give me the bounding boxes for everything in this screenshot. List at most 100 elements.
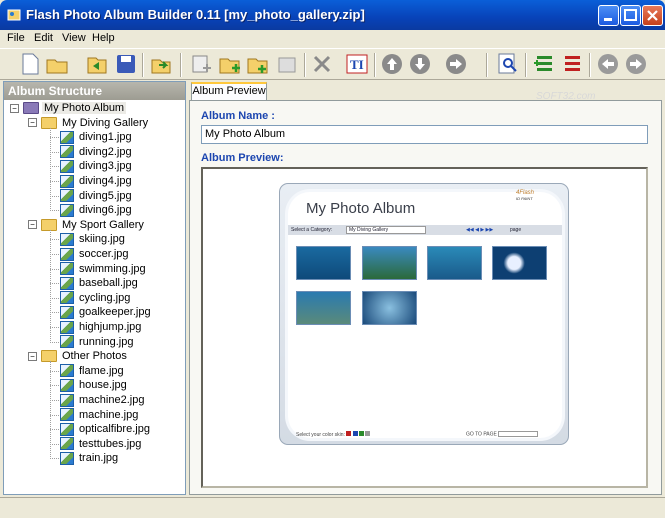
menu-edit[interactable]: Edit [34, 32, 53, 44]
tree-root-album[interactable]: − My Photo Album [10, 101, 127, 115]
tree-folder[interactable]: − My Sport Gallery [28, 218, 146, 232]
tree-label: Other Photos [62, 350, 127, 363]
text-button[interactable]: TI [345, 52, 369, 76]
image-icon [60, 232, 74, 246]
add-page-icon [192, 55, 211, 73]
tree-image-item[interactable]: testtubes.jpg [60, 437, 143, 451]
album-structure-panel: Album Structure − My Photo Album − My Divin… [3, 81, 186, 495]
move-up-icon [382, 54, 402, 74]
tree-image-item[interactable]: diving2.jpg [60, 145, 134, 159]
tree-image-item[interactable]: cycling.jpg [60, 291, 132, 305]
insert-button[interactable] [275, 52, 299, 76]
tree-image-item[interactable]: diving5.jpg [60, 189, 134, 203]
collapse-icon[interactable]: − [10, 103, 19, 113]
tree-image-item[interactable]: skiing.jpg [60, 232, 127, 246]
add-page-button[interactable] [189, 52, 213, 76]
app-icon [7, 9, 21, 21]
folder-icon [41, 116, 57, 129]
add-item-icon [534, 56, 552, 71]
image-icon [60, 159, 74, 173]
tree-image-item[interactable]: goalkeeper.jpg [60, 305, 153, 319]
next-button[interactable] [624, 52, 648, 76]
tree-folder[interactable]: − Other Photos [28, 349, 129, 363]
remove-item-icon [565, 56, 580, 71]
album-structure-header: Album Structure [4, 82, 185, 100]
album-name-label: Album Name : [201, 110, 275, 122]
image-icon [60, 247, 74, 261]
forward-button[interactable] [444, 52, 468, 76]
tree-image-item[interactable]: diving3.jpg [60, 159, 134, 173]
preview-zoom-button[interactable] [496, 52, 520, 76]
add-item-button[interactable] [532, 52, 556, 76]
image-icon [60, 203, 74, 217]
menu-file[interactable]: File [7, 32, 25, 44]
tree-image-item[interactable]: diving1.jpg [60, 130, 134, 144]
collapse-icon[interactable]: − [28, 220, 37, 230]
tree-label: diving1.jpg [79, 131, 132, 144]
close-button[interactable] [642, 5, 663, 26]
tree-label: opticalfibre.jpg [79, 423, 150, 436]
tree-image-item[interactable]: machine2.jpg [60, 393, 146, 407]
close-icon [647, 10, 658, 21]
maximize-button[interactable] [620, 5, 641, 26]
delete-button[interactable] [310, 52, 334, 76]
save-button[interactable] [114, 52, 138, 76]
preview-thumbnail [296, 246, 351, 280]
collapse-icon[interactable]: − [28, 351, 37, 361]
tab-album-preview[interactable]: Album Preview [191, 82, 267, 100]
open-button[interactable] [45, 52, 69, 76]
title-bar[interactable]: Flash Photo Album Builder 0.11 [my_photo… [0, 0, 665, 30]
tree-image-item[interactable]: highjump.jpg [60, 320, 143, 334]
tree-image-item[interactable]: machine.jpg [60, 408, 140, 422]
tree-image-item[interactable]: swimming.jpg [60, 262, 148, 276]
tree-image-item[interactable]: house.jpg [60, 378, 129, 392]
new-button[interactable] [18, 52, 42, 76]
add-image-button[interactable] [246, 52, 270, 76]
folder-open-button[interactable] [85, 52, 109, 76]
tree-image-item[interactable]: diving6.jpg [60, 203, 134, 217]
toolbar: TI [0, 48, 665, 80]
tree-label: machine.jpg [79, 408, 139, 421]
album-preview-box[interactable]: My Photo Album 4Flash ID PAINT Select a C… [201, 167, 648, 488]
move-down-icon [410, 54, 430, 74]
tree-label: My Diving Gallery [62, 116, 149, 129]
export-button[interactable] [149, 52, 173, 76]
preview-thumbnail [492, 246, 547, 280]
tree-image-item[interactable]: soccer.jpg [60, 247, 131, 261]
tree-image-item[interactable]: flame.jpg [60, 364, 126, 378]
menu-view[interactable]: View [62, 32, 86, 44]
album-name-field[interactable]: My Photo Album [201, 125, 648, 144]
add-folder-icon [219, 58, 240, 74]
preview-category-select[interactable]: My Diving Gallery [346, 226, 426, 234]
preview-logo: 4Flash ID PAINT [516, 190, 535, 201]
tree-label: diving6.jpg [79, 204, 132, 217]
tree-label: diving5.jpg [79, 189, 132, 202]
menu-help[interactable]: Help [92, 32, 115, 44]
back-arrow-icon [598, 54, 618, 74]
tree-image-item[interactable]: running.jpg [60, 335, 135, 349]
tree-image-item[interactable]: baseball.jpg [60, 276, 140, 290]
tree-label: testtubes.jpg [79, 437, 142, 450]
tree-label: My Photo Album [42, 102, 127, 114]
minimize-button[interactable] [598, 5, 619, 26]
image-icon [60, 378, 74, 392]
right-panel: Album Preview Album Name : My Photo Albu… [189, 81, 662, 495]
tree-image-item[interactable]: opticalfibre.jpg [60, 422, 152, 436]
tree-folder[interactable]: − My Diving Gallery [28, 116, 150, 130]
album-tree[interactable]: − My Photo Album − My Diving Gallery diving1… [4, 100, 185, 494]
tree-image-item[interactable]: diving4.jpg [60, 174, 134, 188]
tree-label: running.jpg [79, 335, 134, 348]
move-down-button[interactable] [408, 52, 432, 76]
open-icon [46, 59, 68, 74]
next-arrow-icon [626, 54, 646, 74]
add-folder-button[interactable] [218, 52, 242, 76]
preview-thumbnail [427, 246, 482, 280]
remove-item-button[interactable] [560, 52, 584, 76]
tree-label: goalkeeper.jpg [79, 306, 151, 319]
back-button[interactable] [596, 52, 620, 76]
tree-label: baseball.jpg [79, 277, 138, 290]
tree-image-item[interactable]: train.jpg [60, 451, 120, 465]
move-up-button[interactable] [380, 52, 404, 76]
collapse-icon[interactable]: − [28, 118, 37, 128]
image-icon [60, 422, 74, 436]
